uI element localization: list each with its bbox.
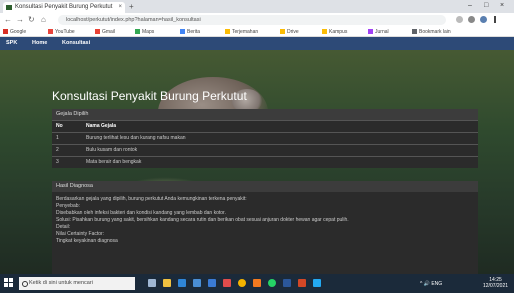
- bookmark-item[interactable]: Maps: [135, 28, 154, 36]
- close-window-button[interactable]: ×: [500, 1, 504, 11]
- chrome-icon[interactable]: [238, 279, 246, 287]
- photos-icon[interactable]: [223, 279, 231, 287]
- row-number: 3: [56, 159, 59, 165]
- word-icon[interactable]: [283, 279, 291, 287]
- table-row: 2 Bulu kusam dan rontok: [52, 144, 478, 156]
- bookmark-icon: [3, 29, 8, 34]
- browser-toolbar: ← → ↻ ⌂ localhost/perkutut/index.php?hal…: [0, 13, 514, 27]
- bookmark-icon: [225, 29, 230, 34]
- tab-title: Konsultasi Penyakit Burung Perkutut: [15, 4, 113, 10]
- bookmark-item[interactable]: Gmail: [95, 28, 115, 36]
- star-icon[interactable]: [456, 16, 463, 23]
- bookmarks-bar: Google YouTube Gmail Maps Berita Terjema…: [0, 27, 514, 37]
- bookmark-icon: [135, 29, 140, 34]
- url-text: localhost/perkutut/index.php?halaman=has…: [66, 17, 201, 23]
- windows-start-icon[interactable]: [4, 278, 14, 288]
- menu-icon[interactable]: [494, 16, 496, 23]
- nav-konsultasi[interactable]: Konsultasi: [62, 37, 90, 50]
- whatsapp-icon[interactable]: [268, 279, 276, 287]
- file-explorer-icon[interactable]: [163, 279, 171, 287]
- clock[interactable]: 14:25 12/07/2021: [483, 277, 508, 289]
- panel-heading: Hasil Diagnosa: [52, 181, 478, 192]
- bookmark-icon: [48, 29, 53, 34]
- hasil-line: Detail:: [56, 224, 71, 230]
- task-view-icon[interactable]: [148, 279, 156, 287]
- web-page: SPK Home Konsultasi Konsultasi Penyakit …: [0, 37, 514, 274]
- browser-tab[interactable]: Konsultasi Penyakit Burung Perkutut ×: [3, 2, 125, 13]
- bookmark-icon: [412, 29, 417, 34]
- hasil-panel: Hasil Diagnosa Berdasarkan gejala yang d…: [52, 181, 478, 274]
- row-gejala: Mata berair dan bengkak: [86, 159, 142, 165]
- panel-heading: Gejala Dipilih: [52, 109, 478, 120]
- maximize-button[interactable]: □: [484, 1, 488, 11]
- bookmark-item[interactable]: Drive: [280, 28, 299, 36]
- bookmark-icon: [280, 29, 285, 34]
- taskbar-search-input[interactable]: Ketik di sini untuk mencari: [19, 277, 135, 290]
- bookmark-item[interactable]: Terjemahan: [225, 28, 258, 36]
- hasil-line: Nilai Certainty Factor:: [56, 231, 105, 237]
- site-navbar: SPK Home Konsultasi: [0, 37, 514, 50]
- row-number: 2: [56, 147, 59, 153]
- system-tray[interactable]: ^ 🔊 ENG: [420, 281, 442, 287]
- extensions-icon[interactable]: [468, 16, 475, 23]
- bookmark-item[interactable]: Jurnal: [368, 28, 389, 36]
- bookmark-item[interactable]: YouTube: [48, 28, 75, 36]
- bookmark-icon: [180, 29, 185, 34]
- bookmark-item[interactable]: Bookmark lain: [412, 28, 451, 36]
- gejala-panel: Gejala Dipilih No Nama Gejala 1 Burung t…: [52, 109, 478, 168]
- powerpoint-icon[interactable]: [298, 279, 306, 287]
- hasil-line: Disebabkan oleh infeksi bakteri dan kond…: [56, 210, 226, 216]
- home-icon[interactable]: ⌂: [41, 15, 46, 25]
- close-tab-icon[interactable]: ×: [118, 2, 122, 13]
- vscode-icon[interactable]: [313, 279, 321, 287]
- page-title: Konsultasi Penyakit Burung Perkutut: [52, 89, 247, 103]
- bookmark-item[interactable]: Berita: [180, 28, 200, 36]
- row-gejala: Burung terlihat lesu dan kurang nafsu ma…: [86, 135, 186, 141]
- minimize-button[interactable]: –: [468, 1, 472, 11]
- nav-brand[interactable]: SPK: [6, 37, 17, 50]
- bookmark-icon: [322, 29, 327, 34]
- hasil-line: Tingkat keyakinan diagnosa: [56, 238, 118, 244]
- xampp-icon[interactable]: [253, 279, 261, 287]
- hasil-body: Berdasarkan gejala yang dipilih, burung …: [52, 192, 478, 245]
- mail-icon[interactable]: [208, 279, 216, 287]
- edge-icon[interactable]: [178, 279, 186, 287]
- hasil-line: Penyebab:: [56, 203, 80, 209]
- table-row: 3 Mata berair dan bengkak: [52, 156, 478, 168]
- column-header: Nama Gejala: [86, 123, 117, 129]
- table-header-row: No Nama Gejala: [52, 120, 478, 132]
- forward-icon[interactable]: →: [16, 15, 24, 25]
- row-gejala: Bulu kusam dan rontok: [86, 147, 138, 153]
- profile-avatar-icon[interactable]: [480, 16, 487, 23]
- search-icon: [22, 281, 28, 287]
- bookmark-icon: [95, 29, 100, 34]
- store-icon[interactable]: [193, 279, 201, 287]
- back-icon[interactable]: ←: [4, 15, 12, 25]
- taskbar: Ketik di sini untuk mencari ^ 🔊 ENG 14:2…: [0, 274, 514, 293]
- search-placeholder: Ketik di sini untuk mencari: [29, 280, 93, 286]
- bookmark-item[interactable]: Google: [3, 28, 26, 36]
- browser-tabstrip: Konsultasi Penyakit Burung Perkutut × + …: [0, 0, 514, 13]
- new-tab-button[interactable]: +: [129, 2, 134, 11]
- bookmark-icon: [368, 29, 373, 34]
- reload-icon[interactable]: ↻: [28, 15, 35, 25]
- address-bar[interactable]: localhost/perkutut/index.php?halaman=has…: [58, 15, 446, 25]
- column-header: No: [56, 123, 63, 129]
- favicon-icon: [6, 5, 12, 10]
- bookmark-item[interactable]: Kampus: [322, 28, 347, 36]
- table-row: 1 Burung terlihat lesu dan kurang nafsu …: [52, 132, 478, 144]
- hasil-line: Berdasarkan gejala yang dipilih, burung …: [56, 196, 247, 202]
- nav-home[interactable]: Home: [32, 37, 47, 50]
- clock-date: 12/07/2021: [483, 283, 509, 289]
- hasil-line: Solusi: Pisahkan burung yang sakit, bers…: [56, 217, 349, 223]
- row-number: 1: [56, 135, 59, 141]
